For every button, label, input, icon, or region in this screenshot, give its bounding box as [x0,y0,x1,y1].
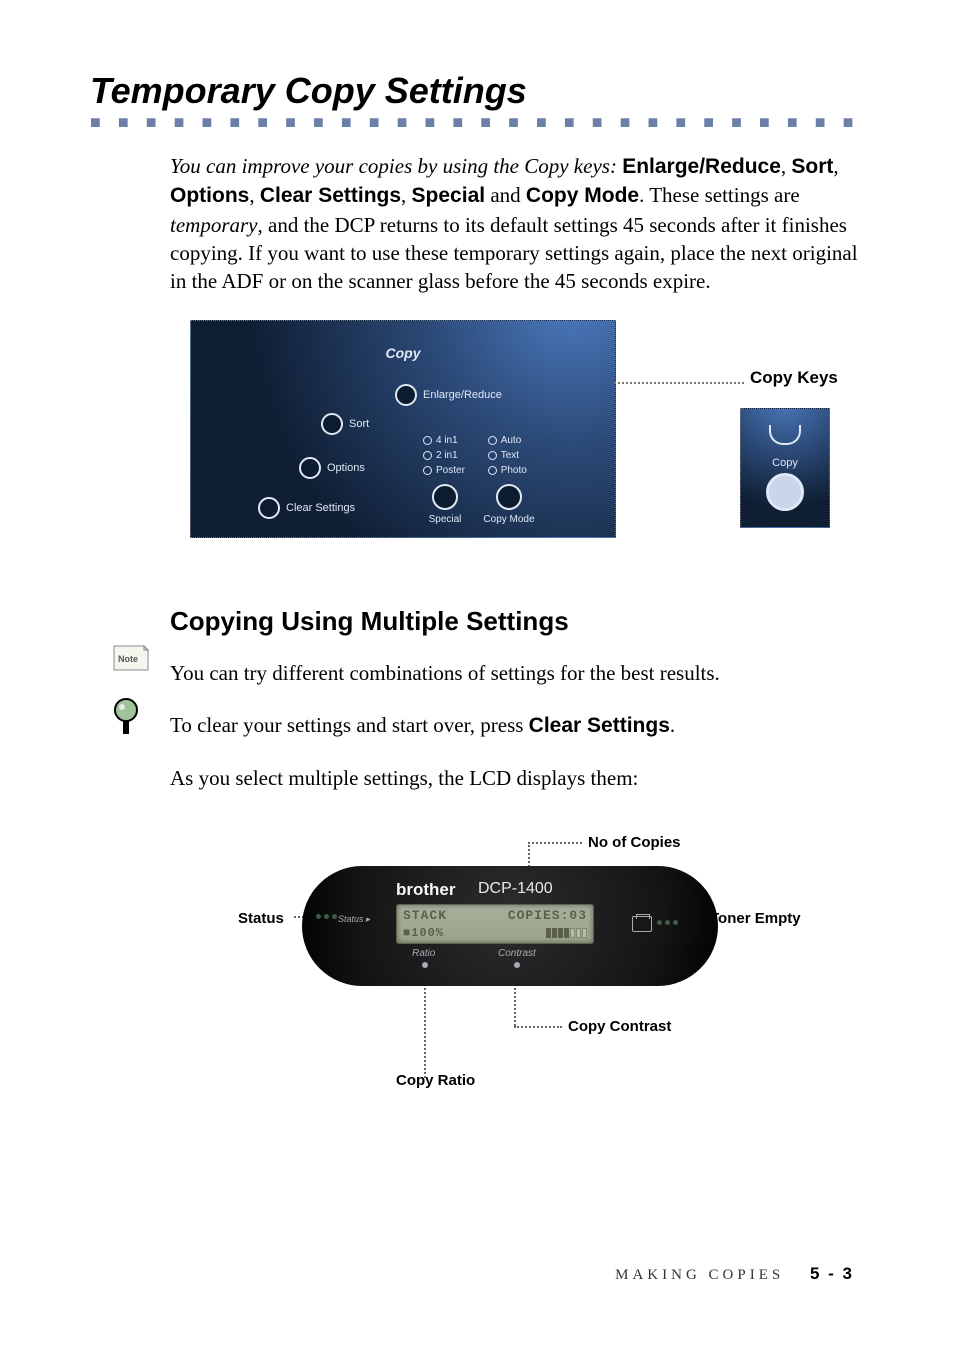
button-icon [395,384,417,406]
body-text: You can try different combinations of se… [170,658,864,690]
subsection-heading: Copying Using Multiple Settings [170,606,864,637]
callout-copy-ratio: Copy Ratio [396,1072,475,1089]
intro-rest: , and the DCP returns to its default set… [170,213,858,294]
button-label: Special [415,514,475,525]
led-icon [488,436,497,445]
copy-button-panel: Copy [740,408,830,528]
toner-leds [657,920,678,925]
key-clear-settings: Clear Settings [260,184,401,207]
contrast-dial-label: Contrast [498,948,536,959]
intro-lead: You can improve your copies by using the… [170,154,617,178]
contrast-dial[interactable] [514,962,520,968]
footer-section: MAKING COPIES [615,1267,784,1283]
callout-copy-contrast: Copy Contrast [568,1018,671,1035]
button-icon [258,497,280,519]
brand-label: brother [396,880,456,900]
status-indicator-label: Status [338,914,370,925]
key-copy-mode: Copy Mode [526,184,639,207]
lcd-device: brother DCP-1400 Status STACK COPIES:03 … [302,866,718,986]
button-icon [299,457,321,479]
copy-mode-button[interactable]: Copy Mode [479,484,539,525]
callout-status: Status [238,910,284,927]
divider-dashes: ■ ■ ■ ■ ■ ■ ■ ■ ■ ■ ■ ■ ■ ■ ■ ■ ■ ■ ■ ■ … [90,116,864,128]
copy-button[interactable] [766,473,804,511]
callout-connector [514,1026,562,1028]
button-label: Clear Settings [286,502,355,514]
copy-mode-group: Auto Text Photo [488,435,527,480]
lightbulb-icon [110,696,150,745]
mode-indicator: Poster [423,465,465,476]
special-mode-group: 4 in1 2 in1 Poster [423,435,465,480]
copy-panel: Copy Enlarge/Reduce Sort Options Clear S… [190,320,616,538]
led-icon [423,436,432,445]
clear-settings-button[interactable]: Clear Settings [258,497,355,519]
button-label: Copy Mode [479,514,539,525]
copy-slot-icon [769,425,801,445]
ratio-dial-label: Ratio [412,948,435,959]
button-icon [321,413,343,435]
led-icon [488,451,497,460]
figure-lcd: No of Copies Status Toner Empty Copy Con… [170,834,850,1114]
page: Temporary Copy Settings ■ ■ ■ ■ ■ ■ ■ ■ … [0,0,954,1352]
callout-connector [424,976,426,1078]
button-label: Enlarge/Reduce [423,389,502,401]
toner-empty-icon [632,916,652,932]
contrast-bar [546,928,587,938]
key-sort: Sort [791,155,833,178]
mode-indicators: 4 in1 2 in1 Poster Auto Text Photo [423,435,547,480]
section-title: Temporary Copy Settings [90,70,864,112]
callout-toner-empty: Toner Empty [710,910,801,927]
options-button[interactable]: Options [299,457,365,479]
led-icon [423,466,432,475]
callout-no-of-copies: No of Copies [588,834,681,851]
lcd-stack: STACK [403,908,447,923]
lcd-copies: COPIES:03 [508,908,587,923]
button-icon [432,484,458,510]
lcd-screen: STACK COPIES:03 ■100% [396,904,594,944]
status-leds [316,914,337,919]
button-label: Sort [349,418,369,430]
word-temporary: temporary [170,213,258,237]
clear-settings-label: Clear Settings [529,714,670,737]
ratio-dial[interactable] [422,962,428,968]
mode-indicator: 4 in1 [423,435,465,446]
svg-text:Note: Note [118,654,138,664]
led-icon [488,466,497,475]
page-footer: MAKING COPIES 5 - 3 [615,1264,854,1284]
button-label: Options [327,462,365,474]
model-label: DCP-1400 [478,880,553,898]
note-icon: Note [110,644,150,679]
mode-indicator: Text [488,450,527,461]
lcd-ratio: ■100% [403,926,444,940]
callout-label: Copy Keys [750,368,838,388]
mode-indicator: Photo [488,465,527,476]
mode-indicator: Auto [488,435,527,446]
callout-connector [528,842,582,844]
intro-paragraph: You can improve your copies by using the… [170,152,864,296]
body-text-note: To clear your settings and start over, p… [170,710,864,742]
button-icon [496,484,522,510]
key-options: Options [170,184,249,207]
panel-heading: Copy [386,345,421,361]
callout-connector [614,382,744,384]
sort-button[interactable]: Sort [321,413,369,435]
key-special: Special [412,184,486,207]
figure-copy-panel: Copy Enlarge/Reduce Sort Options Clear S… [190,320,870,550]
copy-label: Copy [772,457,798,469]
mode-indicator: 2 in1 [423,450,465,461]
key-enlarge-reduce: Enlarge/Reduce [622,155,781,178]
body-text-tip: As you select multiple settings, the LCD… [170,763,864,795]
led-icon [423,451,432,460]
footer-page-number: 5 - 3 [810,1264,854,1283]
enlarge-reduce-button[interactable]: Enlarge/Reduce [395,384,502,406]
special-button[interactable]: Special [415,484,475,525]
